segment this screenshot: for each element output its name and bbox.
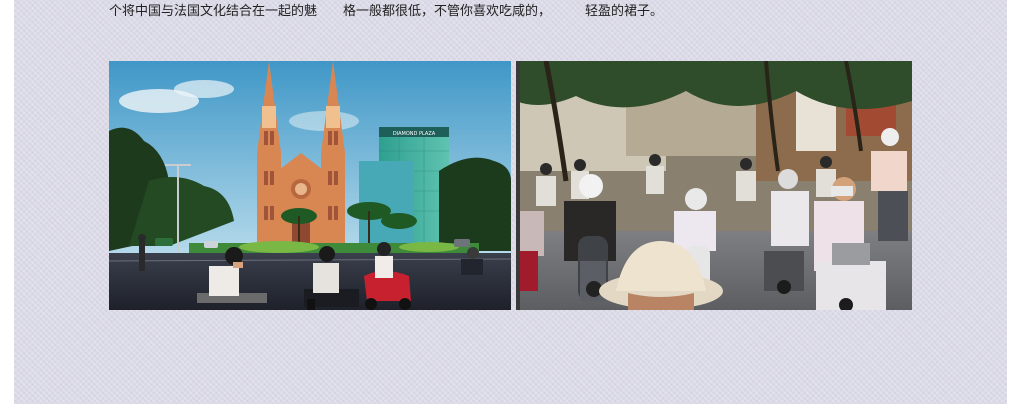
caption-segment: 个将中国与法国文化结合在一起的魅 bbox=[109, 4, 318, 19]
cathedral-street-photo: DIAMOND PLAZA bbox=[109, 61, 511, 310]
page: 个将中国与法国文化结合在一起的魅 格一般都很低，不管你喜欢吃咸的， 轻盈的裙子。 bbox=[0, 0, 1022, 420]
caption-segment: 轻盈的裙子。 bbox=[585, 4, 664, 19]
caption-segment: 格一般都很低，不管你喜欢吃咸的， bbox=[343, 4, 552, 19]
article-caption: 个将中国与法国文化结合在一起的魅 格一般都很低，不管你喜欢吃咸的， 轻盈的裙子。 bbox=[109, 2, 663, 22]
motorbike-traffic-photo bbox=[516, 61, 912, 310]
building-sign-text: DIAMOND PLAZA bbox=[393, 131, 436, 137]
